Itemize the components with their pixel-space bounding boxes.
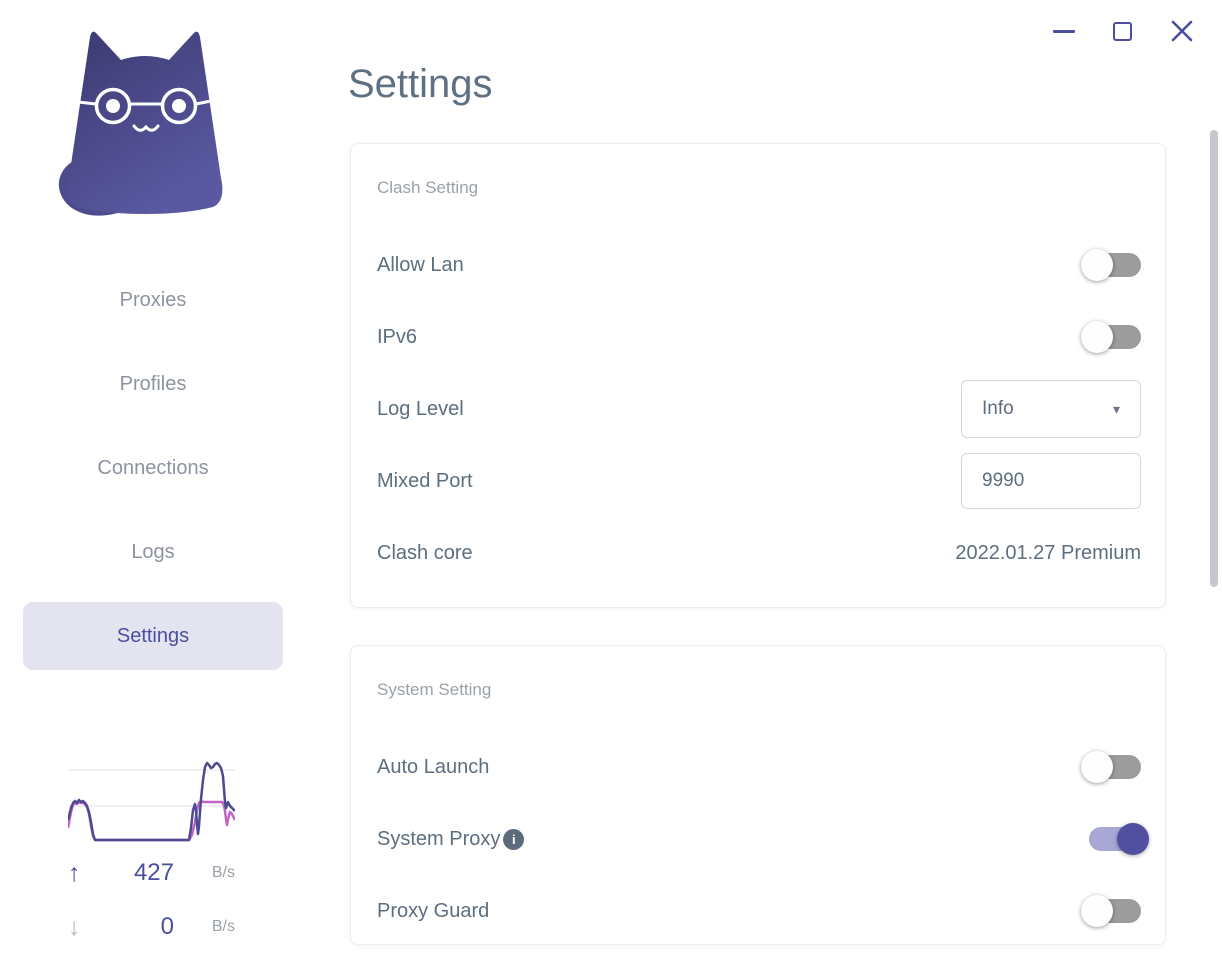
sidebar-nav: Proxies Profiles Connections Logs Settin… xyxy=(23,258,283,678)
ipv6-toggle[interactable] xyxy=(1081,321,1141,353)
row-label: Proxy Guard xyxy=(377,899,490,922)
log-level-select[interactable]: Info ▾ xyxy=(961,380,1141,438)
sidebar-item-label: Logs xyxy=(131,540,175,563)
scrollbar-thumb[interactable] xyxy=(1210,130,1218,587)
clash-core-version: 2022.01.27 Premium xyxy=(955,541,1141,564)
log-level-value: Info xyxy=(982,398,1014,419)
download-speed-unit: B/s xyxy=(211,918,235,935)
row-label: Log Level xyxy=(377,397,464,420)
sidebar: Proxies Profiles Connections Logs Settin… xyxy=(0,0,320,956)
download-speed-row: ↓ 0 B/s xyxy=(68,912,235,942)
cat-body xyxy=(67,31,223,214)
row-label: System Proxy i xyxy=(377,827,525,851)
setting-row-auto-launch: Auto Launch xyxy=(377,731,1141,803)
auto-launch-toggle[interactable] xyxy=(1081,751,1141,783)
toggle-thumb xyxy=(1117,823,1149,855)
setting-row-proxy-guard: Proxy Guard xyxy=(377,875,1141,947)
page-title: Settings xyxy=(348,62,493,106)
toggle-thumb xyxy=(1081,321,1113,353)
system-setting-card: System Setting Auto Launch System Proxy … xyxy=(350,645,1166,945)
setting-row-mixed-port: Mixed Port xyxy=(377,445,1141,517)
arrow-down-icon: ↓ xyxy=(68,912,81,941)
card-title: Clash Setting xyxy=(377,178,479,197)
sidebar-item-settings[interactable]: Settings xyxy=(23,602,283,670)
sidebar-item-label: Settings xyxy=(116,624,190,647)
window-controls xyxy=(1053,12,1194,50)
clash-cat-logo xyxy=(45,26,235,223)
clash-setting-card: Clash Setting Allow Lan IPv6 Log Level I… xyxy=(350,143,1166,608)
sidebar-item-label: Profiles xyxy=(119,372,187,395)
proxy-guard-toggle[interactable] xyxy=(1081,895,1141,927)
arrow-up-icon: ↑ xyxy=(68,858,81,887)
upload-speed-value: 427 xyxy=(133,859,174,886)
maximize-button[interactable] xyxy=(1113,21,1132,41)
toggle-thumb xyxy=(1081,895,1113,927)
setting-row-ipv6: IPv6 xyxy=(377,301,1141,373)
info-icon[interactable]: i xyxy=(503,828,525,850)
setting-row-system-proxy: System Proxy i xyxy=(377,803,1149,875)
upload-speed-unit: B/s xyxy=(211,864,235,881)
caret-down-icon: ▾ xyxy=(1112,400,1120,417)
upload-speed-row: ↑ 427 B/s xyxy=(68,858,235,888)
row-label: Allow Lan xyxy=(377,253,464,276)
toggle-thumb xyxy=(1081,249,1113,281)
sidebar-item-proxies[interactable]: Proxies xyxy=(23,258,283,342)
setting-row-clash-core: Clash core 2022.01.27 Premium xyxy=(377,517,1141,589)
row-label: Clash core xyxy=(377,541,473,564)
row-label: Auto Launch xyxy=(377,755,490,778)
sidebar-item-label: Connections xyxy=(97,456,209,479)
row-label: Mixed Port xyxy=(377,469,473,492)
maximize-icon xyxy=(1113,21,1132,41)
sidebar-item-label: Proxies xyxy=(119,288,187,311)
traffic-sparkline xyxy=(68,761,235,842)
download-speed-value: 0 xyxy=(160,913,174,940)
sidebar-item-logs[interactable]: Logs xyxy=(23,510,283,594)
card-title: System Setting xyxy=(377,680,492,699)
allow-lan-toggle[interactable] xyxy=(1081,249,1141,281)
mixed-port-input[interactable] xyxy=(961,453,1141,509)
system-proxy-toggle[interactable] xyxy=(1089,823,1149,855)
toggle-thumb xyxy=(1081,751,1113,783)
close-button[interactable] xyxy=(1170,19,1194,43)
sidebar-item-profiles[interactable]: Profiles xyxy=(23,342,283,426)
minimize-button[interactable] xyxy=(1053,29,1075,33)
clash-for-windows-app: Proxies Profiles Connections Logs Settin… xyxy=(0,0,1222,956)
close-icon xyxy=(1171,20,1193,42)
minimize-icon xyxy=(1053,29,1075,33)
row-label: IPv6 xyxy=(377,325,418,348)
setting-row-allow-lan: Allow Lan xyxy=(377,229,1141,301)
sidebar-item-connections[interactable]: Connections xyxy=(23,426,283,510)
setting-row-log-level: Log Level Info ▾ xyxy=(377,373,1141,445)
row-label-text: System Proxy xyxy=(377,827,501,850)
